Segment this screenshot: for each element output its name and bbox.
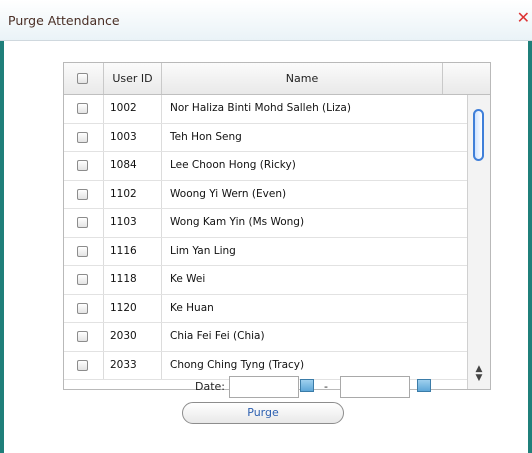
table-row[interactable]: 1120 Ke Huan [64,294,468,323]
name-cell: Woong Yi Wern (Even) [170,187,287,200]
calendar-icon[interactable] [417,379,431,392]
table-row[interactable]: 1003 Teh Hon Seng [64,123,468,152]
date-to-input[interactable] [340,376,410,398]
row-checkbox[interactable] [77,274,88,285]
user-id-cell: 1003 [104,123,162,151]
row-select-cell[interactable] [64,152,104,180]
row-checkbox[interactable] [77,103,88,114]
table-row[interactable]: 1084 Lee Choon Hong (Ricky) [64,152,468,181]
name-cell: Wong Kam Yin (Ms Wong) [170,216,305,228]
user-id-cell: 1103 [104,209,162,237]
name-cell: Lee Choon Hong (Ricky) [170,159,296,171]
name-cell: Ke Wei [170,273,206,285]
table-row[interactable]: 1116 Lim Yan Ling [64,237,468,266]
select-all-checkbox[interactable] [77,73,88,84]
date-label: Date: [195,380,225,393]
row-select-cell[interactable] [64,323,104,351]
dialog-content: User ID Name 1002 Nor Haliza Binti Mohd S… [4,41,528,453]
table-row[interactable]: 2030 Chia Fei Fei (Chia) [64,323,468,352]
row-select-cell[interactable] [64,237,104,265]
row-select-cell[interactable] [64,294,104,322]
close-icon[interactable]: ✕ [517,10,530,26]
row-checkbox[interactable] [77,331,88,342]
row-checkbox[interactable] [77,217,88,228]
date-from-input[interactable] [229,376,299,398]
name-cell: Chong Ching Tyng (Tracy) [170,358,305,371]
row-checkbox[interactable] [77,245,88,257]
user-id-cell: 2030 [104,323,162,351]
date-separator: - [324,380,328,393]
table-row[interactable]: 1118 Ke Wei [64,266,468,295]
row-checkbox[interactable] [77,160,88,171]
row-select-cell[interactable] [64,180,104,208]
table-row[interactable]: 1102 Woong Yi Wern (Even) [64,180,468,209]
row-select-cell[interactable] [64,95,104,123]
grid-header: User ID Name [64,63,490,95]
title-bar[interactable]: Purge Attendance ✕ [0,0,532,41]
calendar-icon[interactable] [300,379,314,392]
purge-attendance-dialog: Purge Attendance ✕ User ID Name 1002 Nor … [0,0,532,453]
attendance-grid: User ID Name 1002 Nor Haliza Binti Mohd S… [63,62,491,390]
table-row[interactable]: 1103 Wong Kam Yin (Ms Wong) [64,209,468,238]
purge-button[interactable]: Purge [182,402,344,424]
name-cell: Chia Fei Fei (Chia) [170,330,265,342]
name-cell: Nor Haliza Binti Mohd Salleh (Liza) [170,102,351,114]
user-id-cell: 1118 [104,266,162,294]
name-cell: Ke Huan [170,301,214,314]
row-select-cell[interactable] [64,266,104,294]
column-header-name[interactable]: Name [162,63,443,94]
name-cell: Lim Yan Ling [170,244,236,257]
row-select-cell[interactable] [64,209,104,237]
column-header-filler [443,63,490,94]
user-id-cell: 1084 [104,152,162,180]
row-checkbox[interactable] [77,359,88,371]
name-cell: Teh Hon Seng [170,130,242,143]
dialog-title: Purge Attendance [8,13,120,28]
user-id-cell: 1102 [104,180,162,208]
user-id-cell: 1002 [104,95,162,123]
date-range-row: Date: - [4,376,528,398]
row-checkbox[interactable] [77,188,88,200]
user-id-cell: 1120 [104,294,162,322]
row-select-cell[interactable] [64,123,104,151]
row-select-cell[interactable] [64,351,104,379]
column-header-user-id[interactable]: User ID [104,63,162,94]
vertical-scrollbar[interactable]: ▲ ▼ [467,95,490,389]
scrollbar-thumb[interactable] [473,109,484,161]
user-id-cell: 2033 [104,351,162,379]
table-row[interactable]: 1002 Nor Haliza Binti Mohd Salleh (Liza) [64,95,468,124]
user-id-cell: 1116 [104,237,162,265]
header-select-all-cell[interactable] [64,63,104,94]
grid-rows: 1002 Nor Haliza Binti Mohd Salleh (Liza) 1… [64,95,468,380]
row-checkbox[interactable] [77,131,88,143]
row-checkbox[interactable] [77,302,88,314]
